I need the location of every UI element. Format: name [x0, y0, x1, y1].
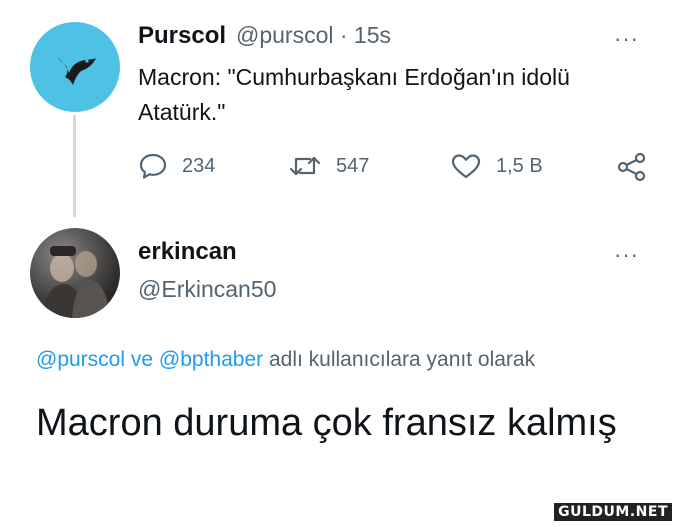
reply-icon	[139, 153, 167, 179]
reply-button[interactable]: 234	[138, 152, 215, 180]
reply-text: Macron duruma çok fransız kalmış	[36, 402, 617, 444]
reply-display-name[interactable]: erkincan	[138, 238, 237, 266]
retweet-icon	[289, 156, 321, 176]
bird-icon	[57, 57, 96, 85]
reply-handle[interactable]: @Erkincan50	[138, 276, 276, 303]
tweet-actions: 234 547 1,5 B	[138, 152, 658, 188]
mention-bpthaber[interactable]: @bpthaber	[159, 348, 263, 371]
display-name[interactable]: Purscol	[138, 22, 226, 50]
heart-icon	[451, 154, 481, 179]
watermark: GULDUM.NET	[554, 503, 672, 521]
like-button[interactable]: 1,5 B	[450, 152, 543, 180]
thread-line	[73, 115, 76, 217]
reply-more-options-icon[interactable]: ···	[614, 242, 639, 268]
like-count: 1,5 B	[496, 154, 543, 177]
share-icon	[617, 152, 646, 182]
mention-purscol[interactable]: @purscol	[36, 348, 125, 371]
avatar-purscol[interactable]	[30, 22, 120, 112]
replying-to: @purscol ve @bpthaber adlı kullanıcılara…	[36, 348, 535, 372]
avatar-erkincan[interactable]	[30, 228, 120, 318]
profile-photo	[42, 246, 110, 318]
retweet-button[interactable]: 547	[288, 152, 369, 180]
replying-joiner: ve	[130, 348, 154, 371]
tweet-text: Macron: "Cumhurbaşkanı Erdoğan'ın idolü …	[138, 64, 570, 125]
reply-count: 234	[182, 154, 216, 177]
handle-and-time[interactable]: @purscol · 15s	[236, 22, 391, 49]
more-options-icon[interactable]: ···	[614, 26, 639, 52]
share-button[interactable]	[616, 152, 662, 182]
replying-suffix: adlı kullanıcılara yanıt olarak	[268, 348, 536, 371]
retweet-count: 547	[336, 154, 370, 177]
